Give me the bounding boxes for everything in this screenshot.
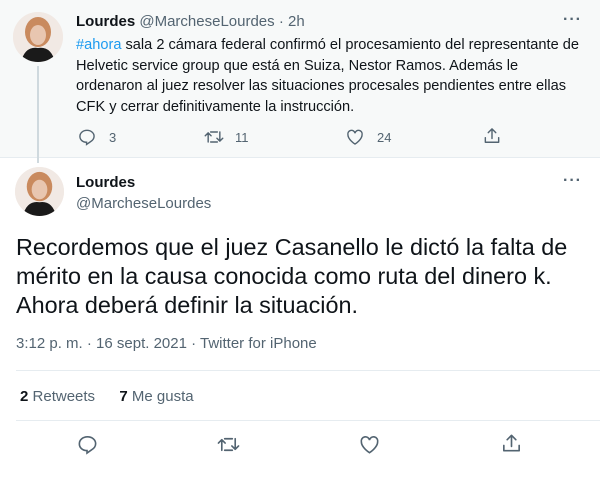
parent-tweet-header: Lourdes @MarcheseLourdes · 2h	[76, 13, 305, 30]
likes-stat[interactable]: 7 Me gusta	[119, 388, 193, 405]
reply-icon	[78, 436, 97, 455]
more-icon[interactable]: ···	[563, 11, 582, 29]
engagement-stats: 2 Retweets 7 Me gusta	[20, 388, 194, 405]
parent-tweet-text: #ahora sala 2 cámara federal confirmó el…	[76, 35, 586, 117]
share-icon	[503, 434, 520, 452]
retweets-stat[interactable]: 2 Retweets	[20, 388, 95, 405]
hashtag-link[interactable]: #ahora	[76, 37, 121, 53]
divider	[16, 420, 600, 421]
main-tweet-text: Recordemos que el juez Casanello le dict…	[16, 234, 568, 318]
reply-icon	[79, 129, 95, 146]
avatar[interactable]	[15, 167, 64, 216]
avatar[interactable]	[13, 12, 63, 62]
share-button[interactable]	[482, 126, 502, 146]
reply-button[interactable]	[76, 433, 99, 456]
display-name[interactable]: Lourdes	[76, 13, 135, 30]
separator: ·	[278, 13, 284, 30]
thread-connector	[37, 66, 39, 163]
likes-count: 7	[119, 388, 128, 405]
likes-label: Me gusta	[131, 388, 194, 405]
like-button[interactable]	[358, 433, 381, 456]
reply-button[interactable]: 3	[77, 127, 116, 147]
like-icon	[347, 129, 363, 145]
share-icon	[484, 128, 500, 143]
retweet-button[interactable]	[216, 433, 241, 456]
handle[interactable]: @MarcheseLourdes	[139, 13, 274, 30]
retweets-count: 2	[20, 388, 29, 405]
parent-tweet-body: sala 2 cámara federal confirmó el proces…	[76, 37, 579, 115]
handle[interactable]: @MarcheseLourdes	[76, 195, 211, 212]
retweet-button[interactable]: 11	[203, 127, 249, 147]
share-button[interactable]	[500, 432, 523, 455]
tweet-time[interactable]: 2h	[288, 13, 305, 30]
more-icon[interactable]: ···	[563, 172, 582, 190]
divider	[0, 157, 600, 158]
like-icon	[360, 436, 379, 454]
display-name[interactable]: Lourdes	[76, 174, 135, 191]
reply-count: 3	[109, 129, 117, 145]
like-button[interactable]: 24	[345, 127, 391, 147]
tweet-timestamp[interactable]: 3:12 p. m. · 16 sept. 2021 · Twitter for…	[16, 335, 317, 352]
like-count: 24	[377, 129, 392, 145]
divider	[16, 370, 600, 371]
retweet-icon	[204, 131, 224, 143]
retweet-icon	[217, 437, 240, 452]
parent-tweet[interactable]: Lourdes @MarcheseLourdes · 2h ··· #ahora…	[0, 0, 600, 157]
retweets-label: Retweets	[32, 388, 96, 405]
retweet-count: 11	[235, 129, 249, 145]
